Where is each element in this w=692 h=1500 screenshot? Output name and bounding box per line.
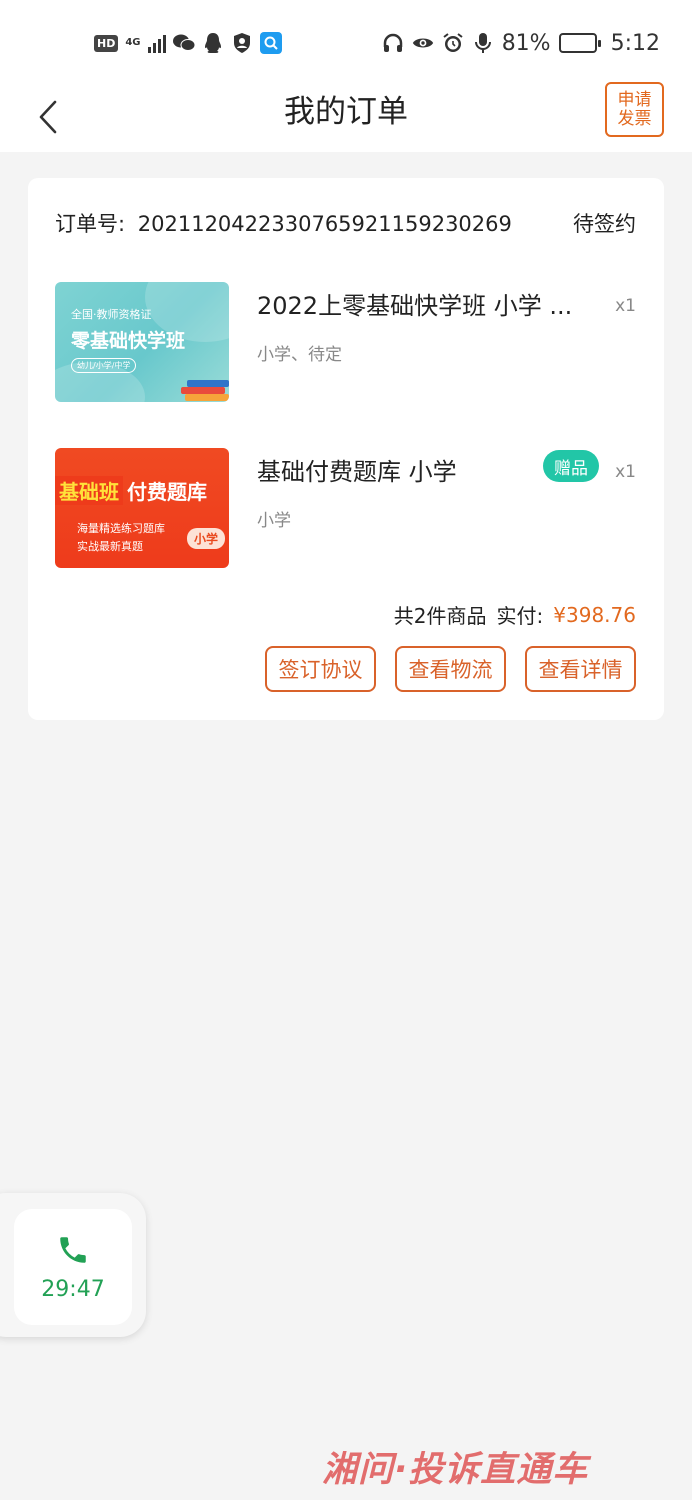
clock: 5:12: [610, 30, 660, 56]
page-title: 我的订单: [284, 94, 408, 130]
thumb-heading-right: 付费题库: [127, 479, 207, 504]
product-title: 基础付费题库 小学: [257, 458, 457, 486]
sign-agreement-button[interactable]: 签订协议: [265, 646, 376, 692]
invoice-label-line1: 申请: [617, 89, 652, 110]
headphones-icon: [382, 32, 404, 54]
product-title: 2022上零基础快学班 小学 ...: [257, 292, 573, 320]
gift-badge: 赠品: [543, 450, 599, 482]
order-summary: 共2件商品 实付: ¥398.76: [394, 600, 636, 629]
view-logistics-button[interactable]: 查看物流: [395, 646, 506, 692]
view-details-button[interactable]: 查看详情: [525, 646, 636, 692]
thumb-pill-text: 幼儿/小学/中学: [71, 358, 137, 373]
battery-percent: 81%: [501, 30, 551, 56]
books-icon: [181, 380, 229, 401]
order-number-label: 订单号:: [55, 212, 126, 236]
order-actions: 签订协议 查看物流 查看详情: [265, 646, 636, 692]
thumb-small-text: 全国·教师资格证: [71, 308, 152, 321]
product-thumbnail: 全国·教师资格证 零基础快学班 幼儿/小学/中学: [55, 282, 229, 402]
battery-icon: [558, 33, 601, 53]
status-bar: HD 4G 81% 5:12: [0, 0, 692, 84]
hd-icon: HD: [94, 34, 119, 52]
order-status: 待签约: [573, 212, 636, 236]
thumb-tag: 小学: [186, 528, 225, 549]
alarm-icon: [442, 32, 464, 54]
paid-amount: ¥398.76: [553, 602, 636, 627]
order-number: 订单号: 2021120422330765921159230269: [55, 208, 512, 238]
product-item[interactable]: 全国·教师资格证 零基础快学班 幼儿/小学/中学 2022上零基础快学班 小学 …: [55, 282, 636, 402]
network-type: 4G: [125, 37, 141, 48]
order-header: 订单号: 2021120422330765921159230269 待签约: [55, 208, 636, 238]
phone-icon: [60, 1236, 86, 1263]
thumb-heading-left: 基础班: [55, 475, 123, 505]
status-left: HD 4G: [94, 28, 282, 58]
thumb-line1: 海量精选练习题库: [77, 522, 165, 535]
product-item[interactable]: 基础班 付费题库 海量精选练习题库 实战最新真题 小学 基础付费题库 小学 赠品…: [55, 448, 636, 568]
order-number-value: 2021120422330765921159230269: [137, 212, 512, 236]
thumb-line2: 实战最新真题: [77, 540, 143, 553]
eye-icon: [412, 32, 434, 54]
call-widget-panel[interactable]: 29:47: [14, 1209, 132, 1325]
search-app-icon: [259, 32, 282, 54]
status-right: 81% 5:12: [382, 28, 660, 58]
call-floating-widget[interactable]: 29:47: [0, 1193, 146, 1337]
nav-bar: 我的订单 申请 发票: [0, 82, 692, 152]
call-duration: 29:47: [41, 1276, 105, 1302]
order-card[interactable]: 订单号: 2021120422330765921159230269 待签约 全国…: [28, 178, 664, 720]
product-thumbnail: 基础班 付费题库 海量精选练习题库 实战最新真题 小学: [55, 448, 229, 568]
signal-icon: [147, 33, 166, 53]
apply-invoice-button[interactable]: 申请 发票: [605, 82, 664, 137]
shield-icon: [231, 32, 253, 54]
item-count: 共2件商品: [393, 604, 487, 628]
thumb-heading: 基础班 付费题库: [55, 470, 229, 510]
qq-icon: [202, 32, 224, 54]
watermark: 湘问·投诉直通车: [322, 1449, 589, 1490]
wechat-icon: [172, 32, 195, 54]
product-quantity: x1: [615, 462, 636, 482]
invoice-label-line2: 发票: [617, 108, 652, 129]
product-quantity: x1: [615, 296, 636, 316]
mic-icon: [472, 32, 494, 54]
product-subtitle: 小学、待定: [257, 345, 342, 365]
paid-label: 实付:: [496, 604, 544, 628]
product-subtitle: 小学: [257, 511, 291, 531]
thumb-big-text: 零基础快学班: [71, 330, 186, 352]
